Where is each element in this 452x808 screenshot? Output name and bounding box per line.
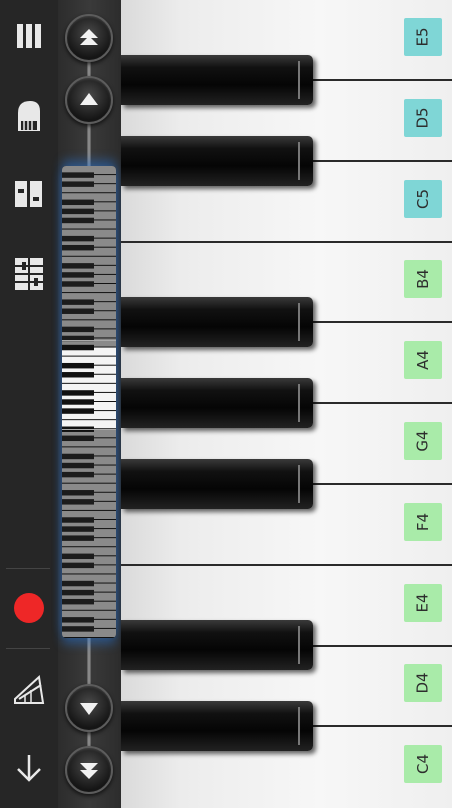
- visible-range-indicator: [62, 340, 116, 430]
- mini-black-key: [62, 526, 94, 532]
- piano-app: E5 D5 C5 B4 A4 G4 F4 E4 D4 C4: [0, 0, 452, 808]
- mini-black-key: [62, 199, 94, 206]
- mini-black-key: [62, 517, 94, 523]
- record-icon: [14, 593, 44, 623]
- mini-black-key: [62, 499, 94, 505]
- note-label: C4: [404, 745, 442, 783]
- mini-black-key: [62, 299, 94, 305]
- toolbar-divider: [6, 568, 50, 569]
- note-label: E4: [404, 584, 442, 622]
- note-label: C5: [404, 180, 442, 218]
- metronome-button[interactable]: [0, 662, 58, 718]
- collapse-button[interactable]: [0, 740, 58, 796]
- mini-black-key: [62, 172, 94, 178]
- mini-black-key: [62, 490, 94, 496]
- down-arrow-icon: [80, 703, 98, 715]
- note-label: G4: [404, 422, 442, 460]
- instrument-button[interactable]: [0, 88, 58, 144]
- note-label: B4: [404, 260, 442, 298]
- double-up-arrow-icon: [80, 29, 98, 45]
- grand-piano-icon: [18, 101, 40, 131]
- mini-black-key: [62, 208, 94, 215]
- black-key-f-sharp-4[interactable]: [121, 459, 313, 509]
- toolbar: [0, 0, 58, 808]
- mini-black-key: [62, 626, 94, 632]
- mini-black-key: [62, 562, 94, 569]
- black-key-a-sharp-4[interactable]: [121, 297, 313, 347]
- note-label: D4: [404, 664, 442, 702]
- piano-keyboard: E5 D5 C5 B4 A4 G4 F4 E4 D4 C4: [121, 0, 452, 808]
- mini-black-key: [62, 589, 94, 596]
- mini-black-key: [62, 217, 94, 224]
- note-label: D5: [404, 99, 442, 137]
- hamburger-menu-icon: [17, 24, 41, 48]
- scroll-down-fast-button[interactable]: [65, 746, 113, 794]
- mini-black-key: [62, 272, 94, 278]
- note-label: F4: [404, 503, 442, 541]
- black-key-d-sharp-4[interactable]: [121, 620, 313, 670]
- keyboard-layout-button[interactable]: [0, 246, 58, 302]
- mini-black-key: [62, 553, 94, 560]
- note-label: E5: [404, 18, 442, 56]
- mini-black-key: [62, 471, 94, 478]
- scroll-up-button[interactable]: [65, 76, 113, 124]
- mini-black-key: [62, 535, 94, 541]
- mini-black-key: [62, 580, 94, 587]
- scroll-down-button[interactable]: [65, 684, 113, 732]
- double-down-arrow-icon: [80, 763, 98, 779]
- note-label: A4: [404, 341, 442, 379]
- black-key-d-sharp-5[interactable]: [121, 55, 313, 105]
- keyboard-navigator: [58, 0, 121, 808]
- mini-black-key: [62, 244, 94, 251]
- keyboard-overview-slider[interactable]: [62, 166, 116, 638]
- mini-black-key: [62, 462, 94, 469]
- mini-black-key: [62, 326, 94, 333]
- mini-black-key: [62, 435, 94, 442]
- dual-keyboard-icon: [15, 181, 42, 207]
- black-key-c-sharp-4[interactable]: [121, 701, 313, 751]
- mini-black-key: [62, 181, 94, 187]
- mini-black-key: [62, 617, 94, 623]
- mini-black-key: [62, 598, 94, 605]
- mini-black-key: [62, 263, 94, 269]
- mini-black-key: [62, 308, 94, 314]
- keyboard-layout-icon: [15, 258, 43, 290]
- mini-black-key: [62, 235, 94, 242]
- black-key-g-sharp-4[interactable]: [121, 378, 313, 428]
- black-key-c-sharp-5[interactable]: [121, 136, 313, 186]
- record-button[interactable]: [0, 580, 58, 636]
- mini-black-key: [62, 453, 94, 460]
- scroll-up-fast-button[interactable]: [65, 14, 113, 62]
- up-arrow-icon: [80, 93, 98, 105]
- toolbar-divider: [6, 648, 50, 649]
- mini-black-key: [62, 281, 94, 287]
- metronome-icon: [14, 675, 45, 704]
- arrow-down-icon: [17, 755, 41, 782]
- dual-keyboard-button[interactable]: [0, 166, 58, 222]
- menu-button[interactable]: [0, 8, 58, 64]
